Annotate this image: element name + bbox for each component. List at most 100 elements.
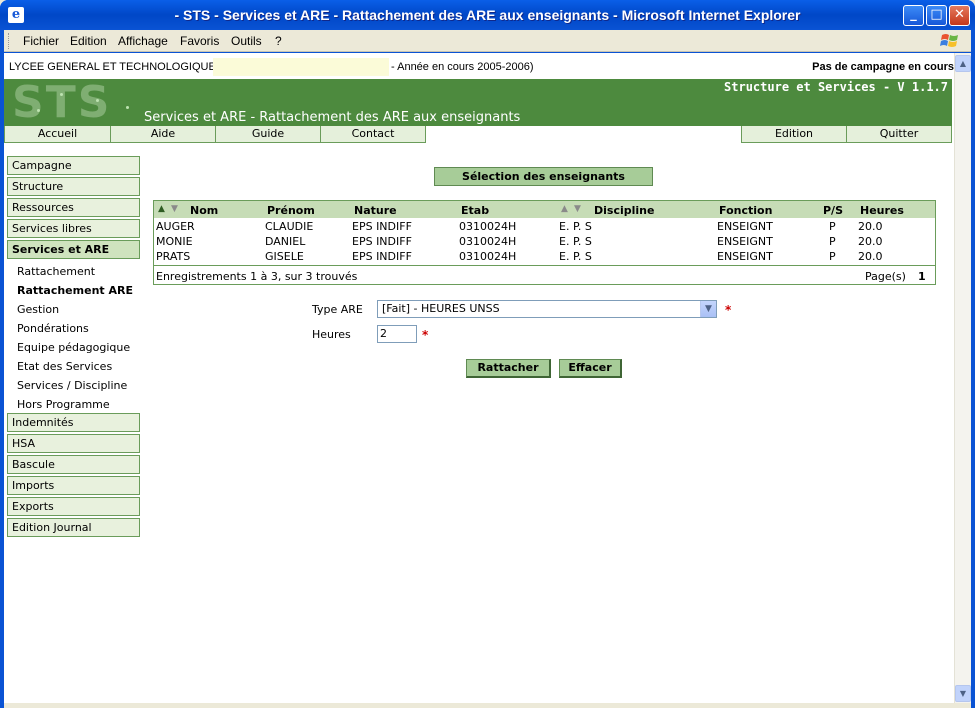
sidebar-subitem-rattachement[interactable]: Rattachement <box>17 265 95 278</box>
table-row[interactable]: MONIE DANIEL EPS INDIFF 0310024H E. P. S… <box>154 234 935 249</box>
windows-logo-icon <box>940 34 958 47</box>
cell-etab: 0310024H <box>459 220 517 233</box>
column-etab: Etab <box>461 204 490 217</box>
nav-accueil[interactable]: Accueil <box>4 126 111 143</box>
column-fonction: Fonction <box>719 204 773 217</box>
cell-nature: EPS INDIFF <box>352 250 412 263</box>
table-row[interactable]: PRATS GISELE EPS INDIFF 0310024H E. P. S… <box>154 249 935 264</box>
sidebar-subitem-services-discipline[interactable]: Services / Discipline <box>17 379 127 392</box>
sidebar-subitem-equipe-pedagogique[interactable]: Equipe pédagogique <box>17 341 130 354</box>
cell-discipline: E. P. S <box>559 220 592 233</box>
sidebar-item-indemnites[interactable]: Indemnités <box>7 413 140 432</box>
menu-outils[interactable]: Outils <box>231 34 262 48</box>
cell-heures: 20.0 <box>858 250 883 263</box>
sidebar-item-imports[interactable]: Imports <box>7 476 140 495</box>
sort-desc-icon[interactable]: ▼ <box>171 204 178 214</box>
close-button[interactable]: ✕ <box>949 5 970 26</box>
cell-etab: 0310024H <box>459 250 517 263</box>
column-discipline[interactable]: Discipline <box>594 204 654 217</box>
menu-favoris[interactable]: Favoris <box>180 34 219 48</box>
cell-fonction: ENSEIGNT <box>717 220 773 233</box>
nav-edition[interactable]: Edition <box>741 126 847 143</box>
school-name: LYCEE GENERAL ET TECHNOLOGIQUE <box>9 61 216 73</box>
sort-asc-icon[interactable]: ▲ <box>158 204 165 214</box>
table-header: ▲ ▼ Nom Prénom Nature Etab ▲ ▼ Disciplin… <box>154 201 935 218</box>
menu-affichage[interactable]: Affichage <box>118 34 168 48</box>
cell-fonction: ENSEIGNT <box>717 235 773 248</box>
required-marker: * <box>422 328 429 342</box>
logo-dot <box>96 99 99 102</box>
school-info-bar: LYCEE GENERAL ET TECHNOLOGIQUE - Année e… <box>4 58 954 76</box>
column-nature: Nature <box>354 204 397 217</box>
column-prenom: Prénom <box>267 204 315 217</box>
column-nom[interactable]: Nom <box>190 204 218 217</box>
hours-value: 2 <box>380 327 387 340</box>
nav-aide[interactable]: Aide <box>110 126 216 143</box>
sidebar-item-services-are[interactable]: Services et ARE <box>7 240 140 259</box>
sort-asc-icon[interactable]: ▲ <box>561 204 568 214</box>
sidebar-item-edition-journal[interactable]: Edition Journal <box>7 518 140 537</box>
cell-discipline: E. P. S <box>559 235 592 248</box>
toolbar-grip[interactable] <box>8 33 11 49</box>
column-heures: Heures <box>860 204 904 217</box>
type-are-select[interactable]: [Fait] - HEURES UNSS ▼ <box>377 300 717 318</box>
select-teachers-button[interactable]: Sélection des enseignants <box>434 167 653 186</box>
sidebar-subitem-etat-services[interactable]: Etat des Services <box>17 360 112 373</box>
cell-ps: P <box>829 250 836 263</box>
scroll-up-icon[interactable]: ▲ <box>955 55 971 72</box>
top-navigation: Accueil Aide Guide Contact Edition Quitt… <box>4 126 952 143</box>
school-name-highlight <box>213 58 389 76</box>
sidebar-item-exports[interactable]: Exports <box>7 497 140 516</box>
campaign-status: Pas de campagne en cours <box>812 61 954 73</box>
menu-bar: Fichier Edition Affichage Favoris Outils… <box>4 30 971 52</box>
sidebar-subitem-hors-programme[interactable]: Hors Programme <box>17 398 110 411</box>
hours-label: Heures <box>312 328 351 341</box>
clear-button[interactable]: Effacer <box>559 359 622 378</box>
cell-heures: 20.0 <box>858 220 883 233</box>
cell-heures: 20.0 <box>858 235 883 248</box>
sidebar-item-structure[interactable]: Structure <box>7 177 140 196</box>
nav-contact[interactable]: Contact <box>320 126 426 143</box>
sidebar-item-bascule[interactable]: Bascule <box>7 455 140 474</box>
teachers-table: ▲ ▼ Nom Prénom Nature Etab ▲ ▼ Disciplin… <box>153 200 936 285</box>
cell-nature: EPS INDIFF <box>352 220 412 233</box>
cell-etab: 0310024H <box>459 235 517 248</box>
table-footer: Enregistrements 1 à 3, sur 3 trouvés Pag… <box>154 265 935 284</box>
record-count: Enregistrements 1 à 3, sur 3 trouvés <box>156 270 358 283</box>
menu-fichier[interactable]: Fichier <box>23 34 59 48</box>
column-ps: P/S <box>823 204 844 217</box>
cell-ps: P <box>829 235 836 248</box>
nav-guide[interactable]: Guide <box>215 126 321 143</box>
sidebar-item-ressources[interactable]: Ressources <box>7 198 140 217</box>
sidebar-item-hsa[interactable]: HSA <box>7 434 140 453</box>
scroll-down-icon[interactable]: ▼ <box>955 685 971 702</box>
title-bar: e - STS - Services et ARE - Rattachement… <box>0 0 975 30</box>
table-row[interactable]: AUGER CLAUDIE EPS INDIFF 0310024H E. P. … <box>154 219 935 234</box>
sort-desc-icon[interactable]: ▼ <box>574 204 581 214</box>
cell-nom: MONIE <box>156 235 193 248</box>
attach-button[interactable]: Rattacher <box>466 359 551 378</box>
hours-input[interactable]: 2 <box>377 325 417 343</box>
sidebar-subitem-ponderations[interactable]: Pondérations <box>17 322 89 335</box>
maximize-button[interactable]: □ <box>926 5 947 26</box>
type-are-value: [Fait] - HEURES UNSS <box>382 302 500 315</box>
nav-quitter[interactable]: Quitter <box>846 126 952 143</box>
cell-prenom: CLAUDIE <box>265 220 314 233</box>
vertical-scrollbar[interactable]: ▲ ▼ <box>954 53 971 704</box>
sidebar-subitem-gestion[interactable]: Gestion <box>17 303 59 316</box>
cell-discipline: E. P. S <box>559 250 592 263</box>
chevron-down-icon[interactable]: ▼ <box>700 301 716 317</box>
cell-nom: AUGER <box>156 220 195 233</box>
minimize-button[interactable]: _ <box>903 5 924 26</box>
sidebar-subitem-rattachement-are[interactable]: Rattachement ARE <box>17 284 133 297</box>
menu-edition[interactable]: Edition <box>70 34 107 48</box>
menu-help[interactable]: ? <box>275 34 282 48</box>
page-link[interactable]: 1 <box>918 270 926 283</box>
sidebar-item-campagne[interactable]: Campagne <box>7 156 140 175</box>
sidebar-item-services-libres[interactable]: Services libres <box>7 219 140 238</box>
logo-dot <box>60 93 63 96</box>
cell-nature: EPS INDIFF <box>352 235 412 248</box>
status-bar <box>4 703 971 708</box>
window-title: - STS - Services et ARE - Rattachement d… <box>174 7 801 23</box>
required-marker: * <box>725 303 732 317</box>
